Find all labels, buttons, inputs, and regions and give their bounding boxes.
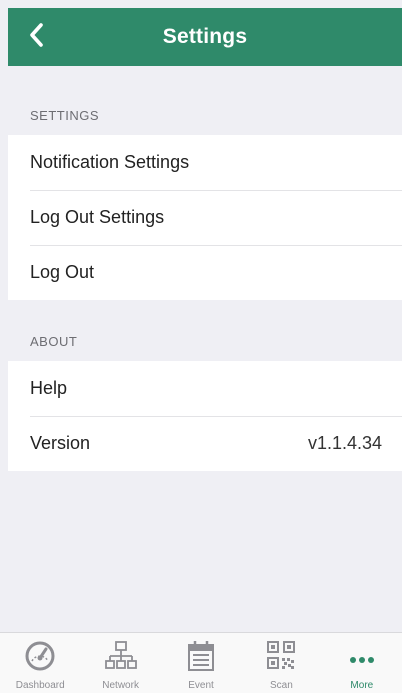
more-dots-icon [344, 640, 380, 672]
back-button[interactable] [14, 8, 58, 66]
speedometer-icon [22, 640, 58, 672]
tab-label: More [350, 680, 374, 691]
row-label: Notification Settings [30, 152, 190, 172]
row-label: Version [30, 433, 91, 453]
nav-bar: Settings [8, 8, 402, 66]
log-out-settings-row[interactable]: Log Out Settings [8, 190, 402, 245]
section-header-settings: SETTINGS [30, 108, 100, 123]
tab-label: Scan [270, 680, 293, 691]
tab-scan[interactable]: Scan [241, 633, 321, 693]
help-row[interactable]: Help [8, 361, 402, 416]
row-label: Help [30, 378, 68, 398]
tab-label: Event [188, 680, 214, 691]
about-group: Help Version v1.1.4.34 [8, 361, 402, 471]
row-label: Log Out Settings [30, 207, 165, 227]
chevron-left-icon [28, 22, 44, 53]
notification-settings-row[interactable]: Notification Settings [8, 135, 402, 190]
network-icon [103, 640, 139, 672]
calendar-icon [183, 640, 219, 672]
page-title: Settings [162, 25, 248, 48]
tab-event[interactable]: Event [161, 633, 241, 693]
tab-label: Dashboard [15, 680, 65, 691]
tab-dashboard[interactable]: Dashboard [0, 633, 80, 693]
settings-screen: Settings SETTINGS Notification Settings … [0, 0, 402, 693]
qr-code-icon [263, 640, 299, 672]
tab-label: Network [102, 680, 139, 691]
version-value: v1.1.4.34 [307, 433, 382, 453]
tab-bar: Dashboard Network Event Scan More [0, 632, 402, 693]
tab-network[interactable]: Network [80, 633, 160, 693]
tab-more[interactable]: More [322, 633, 402, 693]
row-label: Log Out [30, 262, 95, 282]
version-row: Version v1.1.4.34 [8, 416, 402, 471]
settings-group: Notification Settings Log Out Settings L… [8, 135, 402, 300]
log-out-row[interactable]: Log Out [8, 245, 402, 300]
section-header-about: ABOUT [30, 334, 78, 349]
